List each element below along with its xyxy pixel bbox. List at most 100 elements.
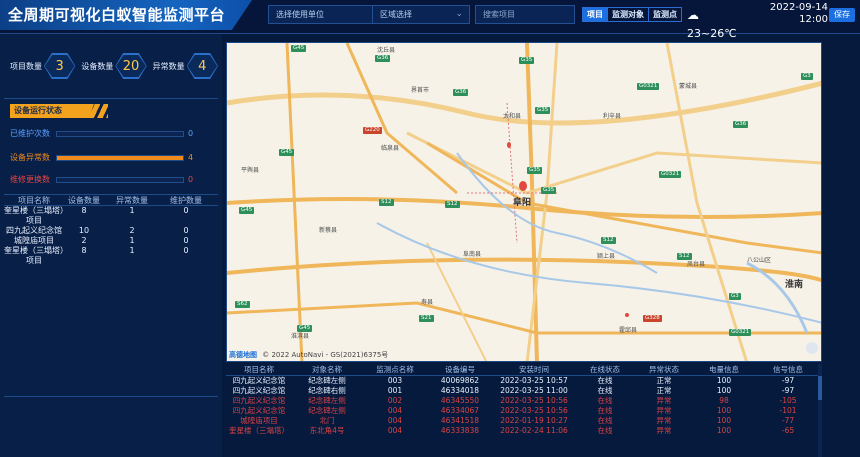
title-stripes [86,104,108,118]
tab-monitor-object[interactable]: 监测对象 [608,8,649,21]
town-label: 太和县 [503,113,522,120]
table-row[interactable]: 城隍庙项目 2 1 0 [4,236,218,246]
monitor-marker[interactable] [625,313,629,317]
road-shield: S12 [677,253,692,260]
table-row[interactable]: 四九起义纪念馆 10 2 0 [4,226,218,236]
status-row-replaced: 维修更换数 0 [10,175,210,185]
weather-widget: ☁ 23~26℃ [687,6,747,40]
table-cell: 100 [716,376,732,385]
road-shield: G45 [239,207,255,214]
map-view[interactable]: 阜阳 淮南 沈丘县 界首市 太和县 临泉县 利辛县 蒙城县 平舆县 新蔡县 阜南… [226,42,822,362]
table-cell: 1 [129,246,135,255]
table-cell: 001 [387,386,403,395]
device-table-body: 四九起义纪念馆 纪念碑左侧 003 40069862 2022-03-25 10:57 在… [226,376,822,436]
table-cell: 98 [719,396,729,405]
table-row[interactable]: 奎星楼（三塌塔）项目 8 1 0 [4,206,218,226]
table-cell: 在线 [597,386,613,395]
table-cell: 纪念碑左侧 [308,396,346,405]
date-text: 2022-09-14 [769,2,828,13]
road-shield: G36 [733,121,749,128]
table-cell: 46334067 [440,406,480,415]
map-attribution: 高德地图 © 2022 AutoNavi - GS(2021)6375号 [229,350,388,360]
road-shield: S21 [419,315,434,322]
table-cell: 100 [716,426,732,435]
table-cell: 8 [81,206,87,215]
table-cell: 46345550 [440,396,480,405]
table-cell: 002 [387,396,403,405]
project-table-body: 奎星楼（三塌塔）项目 8 1 0 四九起义纪念馆 10 2 0 城隍庙项目 2 1 0 奎星楼（三塌塔）… [4,206,218,266]
table-cell: 城隍庙项目 [240,416,278,425]
table-row[interactable]: 四九起义纪念馆 纪念碑左侧 003 40069862 2022-03-25 10:57 在… [226,376,822,386]
col-anomaly-status: 异常状态 [649,365,679,374]
table-cell: 46333838 [440,426,480,435]
table-cell: -105 [779,396,797,405]
town-label: 颍上县 [597,253,616,260]
table-cell: 纪念碑左侧 [308,406,346,415]
city-label: 阜阳 [513,198,532,208]
road-shield: G0321 [729,329,752,336]
table-row[interactable]: 奎星楼（三塌塔）项目 8 1 0 [4,246,218,266]
status-row-bar [56,155,184,161]
amap-logo: 高德地图 [229,351,257,359]
table-cell: 10 [78,226,90,235]
table-cell: 异常 [656,416,672,425]
save-button[interactable]: 保存 [829,8,855,22]
town-label: 寿县 [421,299,434,306]
table-cell: 0 [183,206,189,215]
region-select[interactable]: 区域选择 ⌄ [372,5,470,24]
road-shield: G3 [729,293,741,300]
town-label: 凤台县 [687,261,706,268]
table-cell: 0 [183,236,189,245]
status-row-anomaly: 设备异常数 4 [10,153,210,163]
table-cell: 46334018 [440,386,480,395]
table-row[interactable]: 奎星楼（三塌塔） 东北角4号 004 46333838 2022-02-24 11:06… [226,426,822,436]
table-scrollbar-thumb[interactable] [818,376,822,400]
table-cell: 1 [129,206,135,215]
device-count-label: 设备数量 [81,61,114,71]
table-row[interactable]: 四九起义纪念馆 纪念碑左侧 004 46334067 2022-03-25 10:56 在… [226,406,822,416]
tab-monitor-point[interactable]: 监测点 [649,8,681,21]
road-shield: G45 [279,149,295,156]
table-cell: 在线 [597,406,613,415]
search-input[interactable] [475,5,575,24]
table-cell: 在线 [597,376,613,385]
map-zoom-control[interactable] [806,342,818,354]
col-object-name: 对象名称 [312,365,342,374]
table-cell: 2022-03-25 10:56 [500,406,568,415]
city-label: 淮南 [785,280,804,290]
table-cell: 0 [183,246,189,255]
monitor-marker[interactable] [507,142,511,148]
col-project-name: 项目名称 [18,196,50,205]
anomaly-count-label: 异常数量 [152,61,185,71]
table-row[interactable]: 城隍庙项目 北门 004 46341518 2022-01-19 10:27 在线 异常 10… [226,416,822,426]
town-label: 新蔡县 [319,227,338,234]
monitor-marker[interactable] [519,181,527,191]
project-count-hex: 3 [44,53,76,79]
table-cell: 纪念碑左侧 [308,376,346,385]
table-row[interactable]: 四九起义纪念馆 纪念碑右侧 001 46334018 2022-03-25 11:00 在… [226,386,822,396]
col-device-count: 设备数量 [68,196,100,205]
road-shield: G0321 [659,171,682,178]
tab-project[interactable]: 项目 [583,8,608,21]
road-shield: S12 [601,237,616,244]
table-cell: 正常 [656,386,672,395]
col-online-status: 在线状态 [590,365,620,374]
table-cell: 四九起义纪念馆 [6,226,62,235]
table-cell: -77 [781,416,795,425]
table-cell: 奎星楼（三塌塔） [229,426,289,435]
status-row-label: 已维护次数 [10,129,50,138]
temperature: 23~26℃ [687,27,737,40]
table-cell: 1 [129,236,135,245]
road-shield: G35 [519,57,535,64]
table-cell: 奎星楼（三塌塔）项目 [4,206,64,225]
device-count-value: 20 [115,55,146,77]
status-row-maintained: 已维护次数 0 [10,129,210,139]
table-cell: 在线 [597,426,613,435]
cloud-icon: ☁ [687,8,699,22]
col-point-name: 监测点名称 [376,365,414,374]
table-cell: -101 [779,406,797,415]
table-cell: 0 [183,226,189,235]
table-row[interactable]: 四九起义纪念馆 纪念碑左侧 002 46345550 2022-03-25 10:56 在… [226,396,822,406]
town-label: 临泉县 [381,145,400,152]
table-cell: 2022-02-24 11:06 [500,426,568,435]
